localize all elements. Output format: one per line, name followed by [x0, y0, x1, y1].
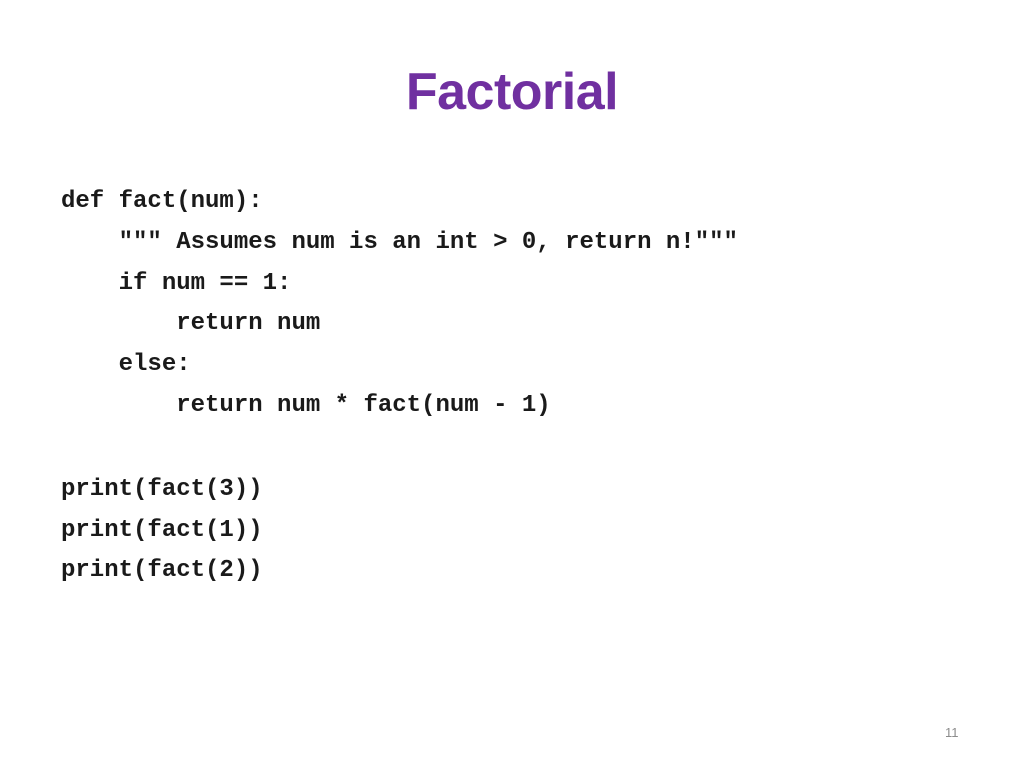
- code-line: print(fact(2)): [61, 557, 263, 585]
- code-line: def fact(num):: [61, 188, 263, 215]
- code-block: def fact(num): """ Assumes num is an int…: [61, 186, 738, 596]
- code-line: """ Assumes num is an int > 0, return n!…: [61, 228, 738, 256]
- code-line: return num * fact(num - 1): [61, 391, 551, 419]
- code-line: print(fact(1)): [61, 516, 263, 544]
- code-line: print(fact(3)): [61, 475, 263, 503]
- slide-title: Factorial: [405, 63, 619, 121]
- code-line: if num == 1:: [61, 269, 292, 297]
- code-line: else:: [61, 351, 191, 379]
- page-number: 11: [945, 725, 959, 740]
- code-line: return num: [61, 310, 321, 338]
